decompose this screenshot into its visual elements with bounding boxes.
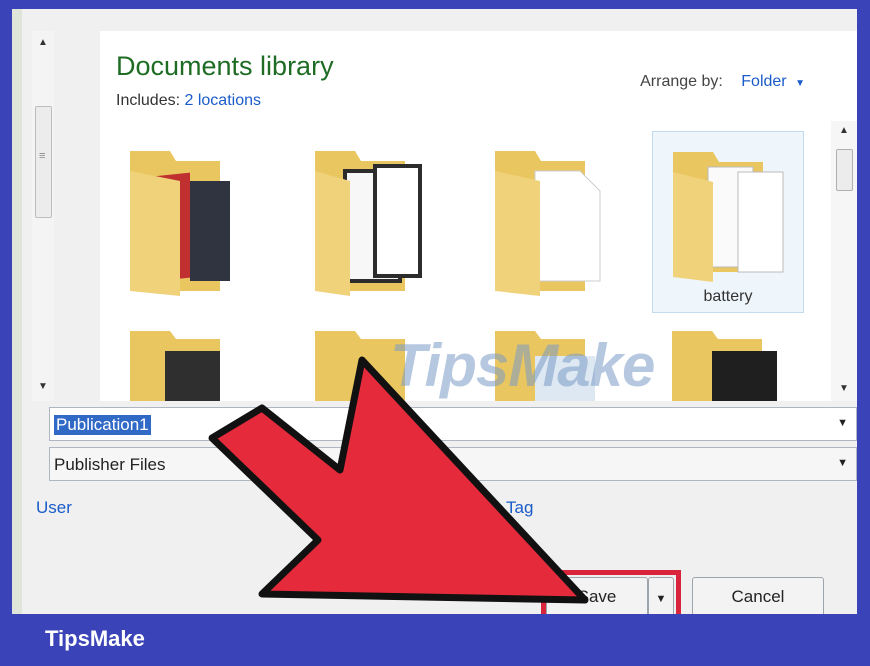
folder-icon (673, 152, 784, 282)
file-name-value: Publication1 (54, 415, 151, 435)
file-type-value: Publisher Files (54, 455, 166, 474)
folder-label: battery (703, 288, 753, 305)
scroll-up-icon[interactable]: ▲ (839, 125, 849, 136)
tags-link[interactable]: Tag (506, 498, 533, 518)
library-pane: Documents library Includes: 2 locations … (100, 31, 857, 401)
cancel-button[interactable]: Cancel (692, 577, 824, 617)
arrange-dropdown[interactable]: Folder (741, 73, 786, 90)
grip-icon: ≡ (39, 150, 46, 162)
includes-line: Includes: 2 locations (116, 92, 261, 110)
watermark-text: TipsMake (390, 332, 655, 399)
cancel-label: Cancel (731, 587, 785, 606)
folder-tile[interactable] (652, 321, 802, 401)
chevron-down-icon[interactable]: ▼ (837, 417, 848, 429)
arrange-label: Arrange by: (640, 73, 723, 90)
scrollbar-thumb[interactable] (836, 149, 853, 191)
library-title: Documents library (116, 51, 334, 81)
tools-button[interactable]: Tools ▼ (430, 577, 530, 617)
scroll-down-icon[interactable]: ▼ (38, 381, 48, 392)
file-name-input[interactable]: Publication1 ▼ (49, 407, 857, 441)
locations-link[interactable]: 2 locations (185, 92, 262, 109)
folder-tile[interactable] (110, 131, 260, 311)
scroll-down-icon[interactable]: ▼ (839, 383, 849, 394)
folder-icon (130, 331, 220, 401)
chevron-down-icon[interactable]: ▼ (837, 457, 848, 469)
folder-tile[interactable] (110, 321, 260, 401)
scroll-up-icon[interactable]: ▲ (38, 37, 48, 48)
brand-logo: TipsMake (45, 626, 145, 651)
folder-tile[interactable] (295, 131, 445, 311)
chevron-down-icon[interactable]: ▼ (795, 78, 805, 89)
arrange-by: Arrange by: Folder ▼ (640, 73, 805, 91)
content-scrollbar[interactable]: ▲ ▼ (831, 121, 857, 401)
navigation-scrollbar[interactable]: ▲ ≡ ▼ (32, 31, 54, 401)
folder-tile[interactable] (475, 131, 625, 311)
folder-icon (672, 331, 777, 401)
folder-tile-battery[interactable]: battery (652, 131, 804, 313)
authors-link[interactable]: User (36, 498, 72, 518)
tools-label: Tools (449, 586, 490, 605)
scrollbar-thumb[interactable]: ≡ (35, 106, 52, 218)
includes-label: Includes: (116, 92, 181, 109)
save-highlight-box (541, 570, 681, 620)
file-type-select[interactable]: Publisher Files ▼ (49, 447, 857, 481)
chevron-down-icon: ▼ (499, 592, 511, 604)
screenshot-frame: ▲ ≡ ▼ Documents library Includes: 2 loca… (12, 9, 857, 614)
folder-icon (495, 151, 601, 296)
footer-bar: TipsMake (0, 614, 870, 666)
folder-icon (130, 151, 230, 296)
folder-icon (315, 151, 422, 296)
